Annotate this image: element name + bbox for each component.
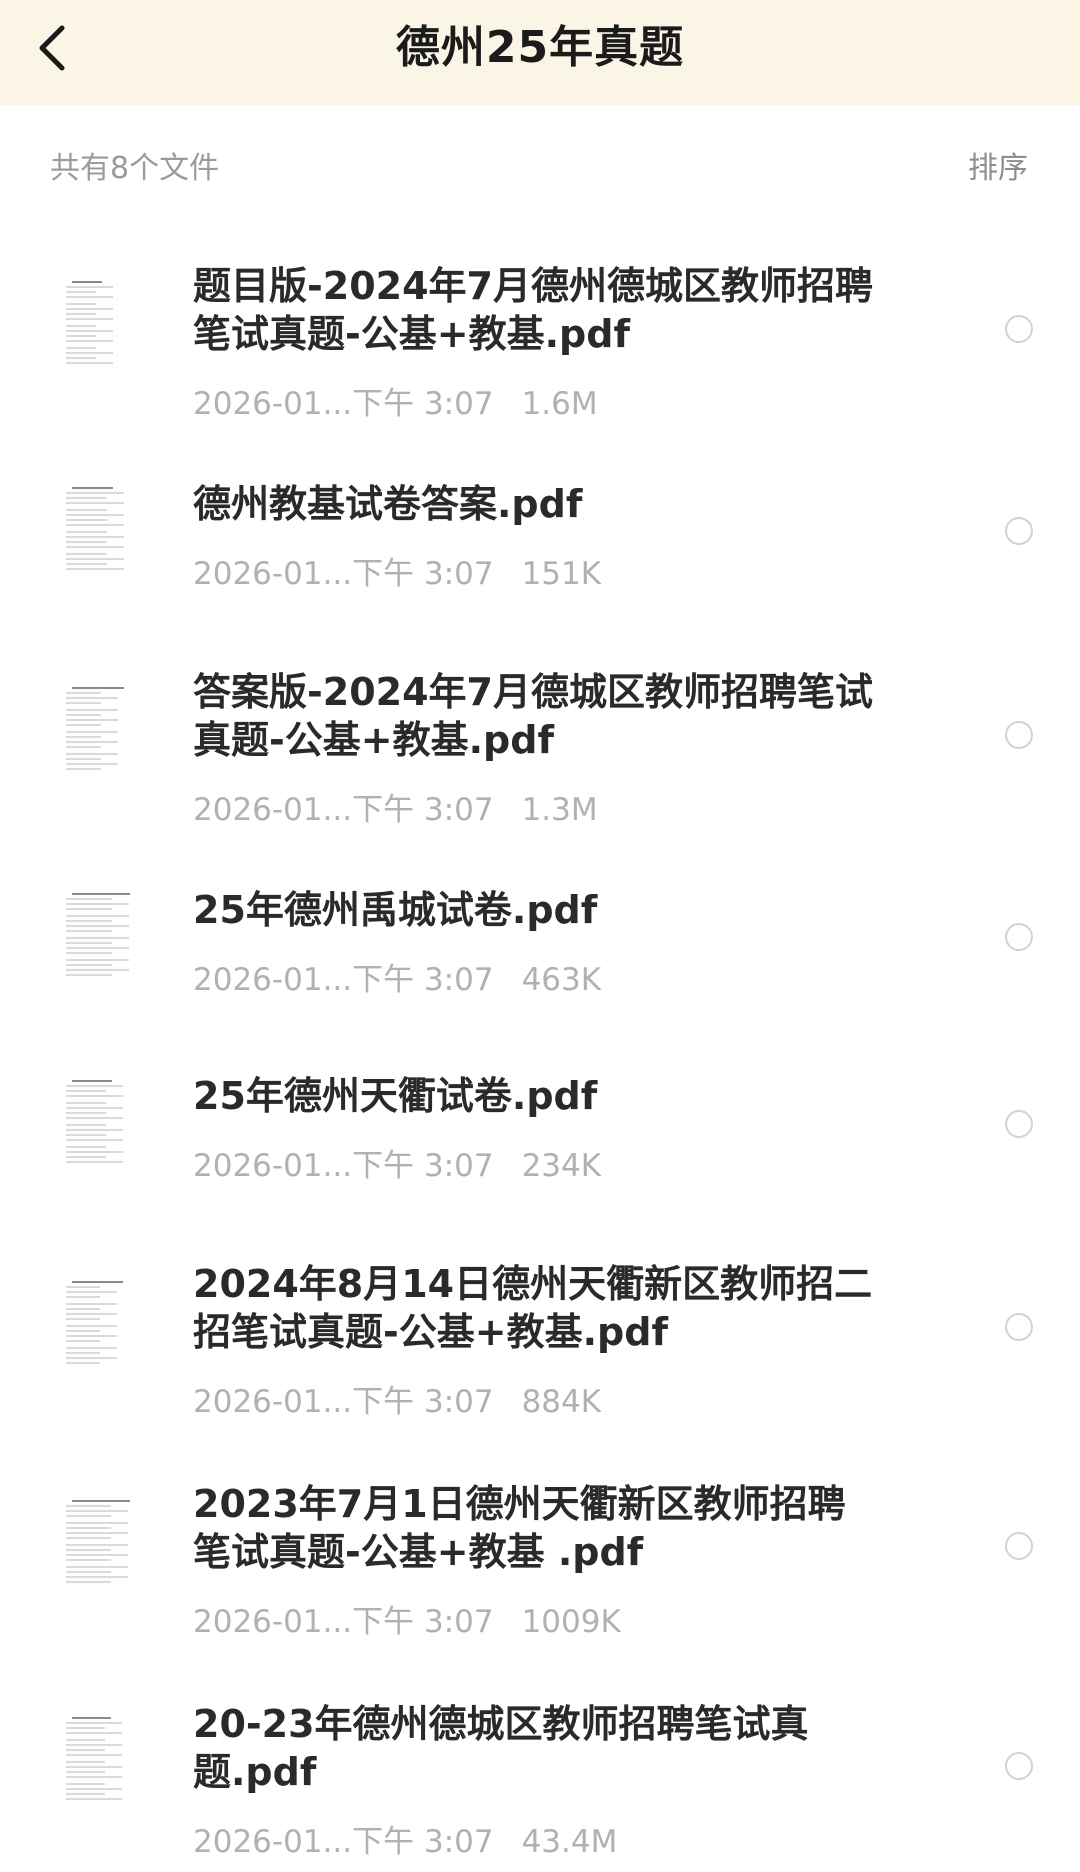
select-radio[interactable]	[1005, 1532, 1033, 1560]
pdf-thumbnail	[62, 1075, 134, 1173]
pdf-thumbnail	[62, 482, 134, 580]
document-page-icon	[66, 1281, 123, 1364]
file-date: 2026-01...下午 3:07	[193, 1148, 494, 1184]
file-date: 2026-01...下午 3:07	[193, 556, 494, 592]
select-radio[interactable]	[1005, 1752, 1033, 1780]
file-name: 答案版-2024年7月德城区教师招聘笔试真题-公基+教基.pdf	[193, 670, 873, 762]
document-page-icon	[66, 1717, 122, 1800]
file-date: 2026-01...下午 3:07	[193, 792, 494, 828]
select-radio[interactable]	[1005, 1313, 1033, 1341]
pdf-thumbnail	[62, 682, 134, 780]
pdf-thumbnail	[62, 1712, 134, 1810]
file-date: 2026-01...下午 3:07	[193, 962, 494, 998]
file-date: 2026-01...下午 3:07	[193, 1604, 494, 1640]
file-name: 20-23年德州德城区教师招聘笔试真题.pdf	[193, 1702, 809, 1794]
file-size: 463K	[521, 962, 602, 998]
file-size: 884K	[521, 1384, 602, 1420]
file-name: 德州教基试卷答案.pdf	[193, 482, 583, 526]
file-date: 2026-01...下午 3:07	[193, 1384, 494, 1420]
file-size: 234K	[521, 1148, 602, 1184]
file-meta: 2026-01...下午 3:07 1.6M	[193, 384, 598, 424]
file-size: 1.3M	[521, 792, 598, 828]
document-page-icon	[66, 487, 124, 570]
select-radio[interactable]	[1005, 315, 1033, 343]
file-size: 1.6M	[521, 386, 598, 422]
file-meta: 2026-01...下午 3:07 463K	[193, 960, 601, 1000]
select-radio[interactable]	[1005, 721, 1033, 749]
file-date: 2026-01...下午 3:07	[193, 1824, 494, 1860]
pdf-thumbnail	[62, 276, 134, 374]
file-meta: 2026-01...下午 3:07 1.3M	[193, 790, 598, 830]
select-radio[interactable]	[1005, 923, 1033, 951]
file-name: 2024年8月14日德州天衢新区教师招二招笔试真题-公基+教基.pdf	[193, 1262, 873, 1354]
select-radio[interactable]	[1005, 517, 1033, 545]
file-name: 题目版-2024年7月德州德城区教师招聘笔试真题-公基+教基.pdf	[193, 264, 873, 356]
pdf-thumbnail	[62, 888, 134, 986]
file-name: 25年德州禹城试卷.pdf	[193, 888, 598, 932]
file-meta: 2026-01...下午 3:07 1009K	[193, 1602, 621, 1642]
select-radio[interactable]	[1005, 1110, 1033, 1138]
document-page-icon	[66, 1500, 130, 1583]
file-meta: 2026-01...下午 3:07 234K	[193, 1146, 601, 1186]
file-size: 43.4M	[521, 1824, 618, 1860]
file-list: 题目版-2024年7月德州德城区教师招聘笔试真题-公基+教基.pdf 2026-…	[0, 0, 1080, 1872]
file-meta: 2026-01...下午 3:07 884K	[193, 1382, 601, 1422]
document-page-icon	[66, 281, 113, 364]
file-size: 151K	[521, 556, 602, 592]
file-date: 2026-01...下午 3:07	[193, 386, 494, 422]
document-page-icon	[66, 1080, 123, 1163]
file-meta: 2026-01...下午 3:07 43.4M	[193, 1822, 617, 1862]
file-meta: 2026-01...下午 3:07 151K	[193, 554, 601, 594]
pdf-thumbnail	[62, 1495, 134, 1593]
pdf-thumbnail	[62, 1276, 134, 1374]
file-name: 2023年7月1日德州天衢新区教师招聘笔试真题-公基+教基 .pdf	[193, 1482, 846, 1574]
file-name: 25年德州天衢试卷.pdf	[193, 1074, 598, 1118]
document-page-icon	[66, 893, 130, 976]
document-page-icon	[66, 687, 124, 770]
file-size: 1009K	[521, 1604, 621, 1640]
